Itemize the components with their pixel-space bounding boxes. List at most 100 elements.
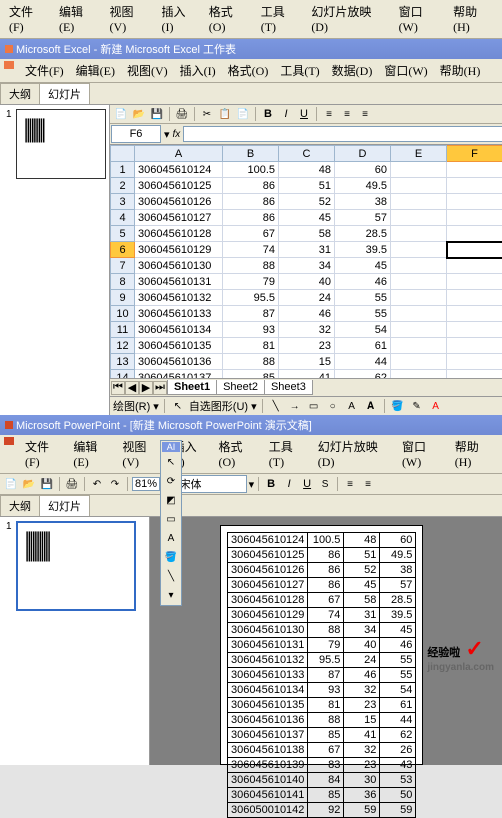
cell[interactable]: 306045610135 xyxy=(135,338,223,354)
cell[interactable] xyxy=(447,338,502,354)
cell[interactable]: 85 xyxy=(223,370,279,379)
xmenu-file[interactable]: 文件(F) xyxy=(20,61,69,80)
underline-icon[interactable]: U xyxy=(296,106,312,122)
dropdown-icon[interactable]: ▾ xyxy=(164,128,170,141)
cell[interactable] xyxy=(391,274,447,290)
rectangle-icon[interactable]: ▭ xyxy=(162,510,180,528)
cell[interactable]: 46 xyxy=(279,306,335,322)
ppt-slide-thumbnail[interactable]: ▮▮▮▮▮▮▮▮▮▮▮▮▮▮▮▮▮▮▮▮▮▮▮▮▮▮▮▮▮▮▮▮▮▮▮▮▮▮▮▮… xyxy=(16,521,136,611)
line-color-icon[interactable]: ✎ xyxy=(409,398,425,414)
pointer-icon[interactable]: ↖ xyxy=(162,453,180,471)
cell[interactable] xyxy=(447,322,502,338)
cell[interactable]: 306045610132 xyxy=(135,290,223,306)
italic-icon[interactable]: I xyxy=(278,106,294,122)
cell[interactable]: 39.5 xyxy=(335,242,391,258)
cell[interactable]: 306045610127 xyxy=(135,210,223,226)
arrow-icon[interactable]: → xyxy=(287,398,303,414)
cell[interactable]: 88 xyxy=(223,258,279,274)
undo-icon[interactable]: ↶ xyxy=(89,476,105,492)
cut-icon[interactable]: ✂ xyxy=(199,106,215,122)
italic-icon[interactable]: I xyxy=(281,476,297,492)
oval-icon[interactable]: ○ xyxy=(325,398,341,414)
cell[interactable] xyxy=(447,274,502,290)
menu-insert[interactable]: 插入(I) xyxy=(156,2,201,36)
cell[interactable]: 306045610128 xyxy=(135,226,223,242)
row-header[interactable]: 12 xyxy=(111,338,135,354)
align-center-icon[interactable]: ≡ xyxy=(360,476,376,492)
pmenu-window[interactable]: 窗口(W) xyxy=(397,437,448,471)
nav-first-icon[interactable]: ⏮ xyxy=(111,381,125,395)
zoom-combo[interactable]: 81% xyxy=(132,477,160,491)
cell[interactable]: 81 xyxy=(223,338,279,354)
row-header[interactable]: 14 xyxy=(111,370,135,379)
cell[interactable] xyxy=(447,306,502,322)
col-header-D[interactable]: D xyxy=(335,146,391,162)
cell[interactable] xyxy=(447,354,502,370)
cell[interactable] xyxy=(447,242,502,258)
cell[interactable]: 58 xyxy=(279,226,335,242)
cell[interactable]: 31 xyxy=(279,242,335,258)
print-icon[interactable]: 🖨 xyxy=(174,106,190,122)
sheet-tab-3[interactable]: Sheet3 xyxy=(264,380,313,395)
nav-next-icon[interactable]: ▶ xyxy=(139,381,153,395)
cell[interactable]: 306045610125 xyxy=(135,178,223,194)
shadow-icon[interactable]: S xyxy=(317,476,333,492)
row-header[interactable]: 11 xyxy=(111,322,135,338)
redo-icon[interactable]: ↷ xyxy=(107,476,123,492)
cell[interactable] xyxy=(391,306,447,322)
xmenu-data[interactable]: 数据(D) xyxy=(327,61,378,80)
cell[interactable]: 48 xyxy=(279,162,335,178)
cell[interactable]: 100.5 xyxy=(223,162,279,178)
row-header[interactable]: 8 xyxy=(111,274,135,290)
cell[interactable] xyxy=(391,242,447,258)
cell[interactable]: 45 xyxy=(279,210,335,226)
xmenu-edit[interactable]: 编辑(E) xyxy=(71,61,120,80)
cell[interactable]: 86 xyxy=(223,178,279,194)
line-icon[interactable]: ╲ xyxy=(268,398,284,414)
cell[interactable]: 41 xyxy=(279,370,335,379)
row-header[interactable]: 4 xyxy=(111,210,135,226)
col-header-B[interactable]: B xyxy=(223,146,279,162)
row-header[interactable]: 3 xyxy=(111,194,135,210)
pmenu-view[interactable]: 视图(V) xyxy=(117,437,165,471)
new-icon[interactable]: 📄 xyxy=(113,106,129,122)
menu-format[interactable]: 格式(O) xyxy=(204,2,254,36)
tab-slides[interactable]: 幻灯片 xyxy=(39,83,90,104)
cell[interactable] xyxy=(447,226,502,242)
cell[interactable]: 306045610133 xyxy=(135,306,223,322)
col-header-C[interactable]: C xyxy=(279,146,335,162)
cell[interactable]: 55 xyxy=(335,306,391,322)
menu-tools[interactable]: 工具(T) xyxy=(256,2,305,36)
more-icon[interactable]: ▾ xyxy=(162,586,180,604)
copy-icon[interactable]: 📋 xyxy=(217,106,233,122)
cell[interactable]: 306045610129 xyxy=(135,242,223,258)
cell[interactable] xyxy=(391,226,447,242)
cell[interactable]: 28.5 xyxy=(335,226,391,242)
save-icon[interactable]: 💾 xyxy=(39,476,55,492)
bold-icon[interactable]: B xyxy=(263,476,279,492)
col-header-A[interactable]: A xyxy=(135,146,223,162)
sheet-tab-1[interactable]: Sheet1 xyxy=(167,380,217,395)
bold-icon[interactable]: B xyxy=(260,106,276,122)
menu-file[interactable]: 文件(F) xyxy=(4,2,52,36)
row-header[interactable]: 6 xyxy=(111,242,135,258)
row-header[interactable]: 7 xyxy=(111,258,135,274)
fill-icon[interactable]: 🪣 xyxy=(162,548,180,566)
menu-edit[interactable]: 编辑(E) xyxy=(54,2,103,36)
print-icon[interactable]: 🖨 xyxy=(64,476,80,492)
cell[interactable]: 62 xyxy=(335,370,391,379)
cell[interactable]: 32 xyxy=(279,322,335,338)
fill-color-icon[interactable]: 🪣 xyxy=(390,398,406,414)
cell[interactable]: 74 xyxy=(223,242,279,258)
cell[interactable]: 306045610130 xyxy=(135,258,223,274)
paste-icon[interactable]: 📄 xyxy=(235,106,251,122)
cell[interactable]: 55 xyxy=(335,290,391,306)
ppt-tab-slides[interactable]: 幻灯片 xyxy=(39,495,90,516)
cell[interactable]: 44 xyxy=(335,354,391,370)
cell[interactable]: 306045610137 xyxy=(135,370,223,379)
xmenu-format[interactable]: 格式(O) xyxy=(223,61,274,80)
cell[interactable]: 86 xyxy=(223,210,279,226)
row-header[interactable]: 9 xyxy=(111,290,135,306)
open-icon[interactable]: 📂 xyxy=(131,106,147,122)
pmenu-file[interactable]: 文件(F) xyxy=(20,437,66,471)
